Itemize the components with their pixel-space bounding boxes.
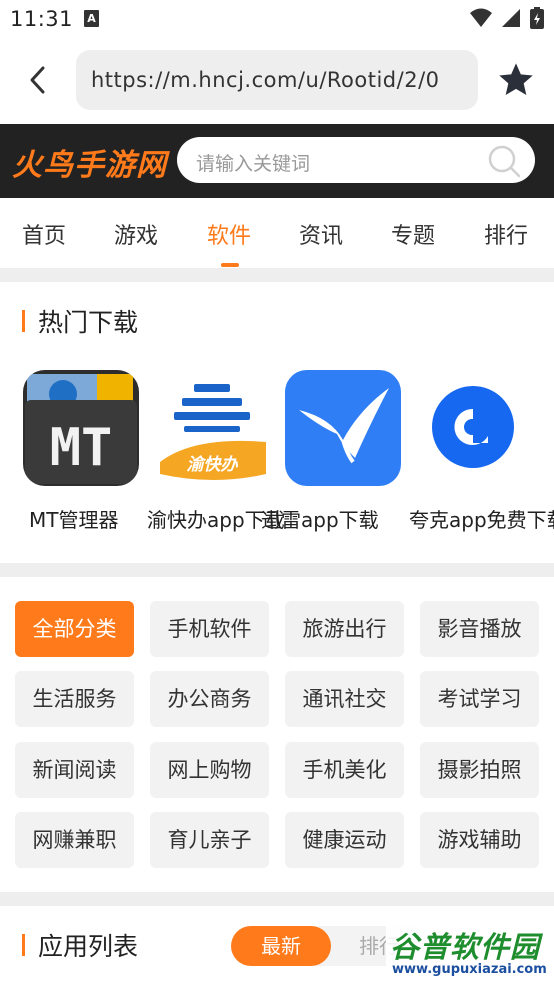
category-button[interactable]: 影音播放 bbox=[420, 601, 539, 657]
sort-newest-button[interactable]: 最新 bbox=[231, 926, 331, 966]
tab-news[interactable]: 资讯 bbox=[299, 218, 343, 250]
category-button[interactable]: 游戏辅助 bbox=[420, 812, 539, 868]
category-button[interactable]: 网赚兼职 bbox=[15, 812, 134, 868]
back-arrow-icon bbox=[30, 66, 45, 94]
tab-games[interactable]: 游戏 bbox=[114, 218, 158, 250]
battery-icon bbox=[530, 7, 544, 29]
hot-downloads-list: MT MT管理器 渝快办 渝快办app下载 迅雷app下载 夸克app免费下载 bbox=[0, 370, 554, 540]
category-button[interactable]: 手机软件 bbox=[150, 601, 269, 657]
watermark-logo: 谷普软件园 bbox=[390, 930, 541, 964]
watermark-url: www.gupuxiazai.com bbox=[392, 962, 547, 977]
search-input[interactable]: 请输入关键词 bbox=[177, 137, 535, 183]
tab-ranking[interactable]: 排行 bbox=[484, 218, 528, 250]
url-field[interactable]: https://m.hncj.com/u/Rootid/2/0 bbox=[76, 50, 478, 110]
category-button[interactable]: 办公商务 bbox=[150, 671, 269, 727]
tab-home[interactable]: 首页 bbox=[22, 218, 66, 250]
category-button[interactable]: 旅游出行 bbox=[285, 601, 404, 657]
category-button[interactable]: 生活服务 bbox=[15, 671, 134, 727]
status-icons bbox=[466, 7, 544, 29]
search-icon[interactable] bbox=[487, 144, 521, 178]
wifi-icon bbox=[469, 8, 492, 27]
site-header: 火鸟手游网 请输入关键词 bbox=[0, 124, 554, 198]
signal-icon bbox=[501, 9, 520, 27]
hot-item[interactable]: 夸克app免费下载 bbox=[409, 370, 554, 532]
tab-topics[interactable]: 专题 bbox=[391, 218, 435, 250]
hot-item-label: 夸克app免费下载 bbox=[409, 508, 554, 532]
svg-text:渝快办: 渝快办 bbox=[187, 455, 239, 475]
status-bar: 11:31 A bbox=[0, 0, 554, 38]
site-logo[interactable]: 火鸟手游网 bbox=[12, 140, 167, 184]
hot-item[interactable]: 迅雷app下载 bbox=[261, 370, 423, 532]
category-button[interactable]: 手机美化 bbox=[285, 742, 404, 798]
category-button[interactable]: 育儿亲子 bbox=[150, 812, 269, 868]
xunlei-icon bbox=[285, 370, 401, 486]
search-placeholder: 请输入关键词 bbox=[196, 153, 311, 175]
active-tab-indicator bbox=[221, 263, 239, 267]
svg-text:MT: MT bbox=[50, 418, 113, 478]
category-button[interactable]: 摄影拍照 bbox=[420, 742, 539, 798]
hot-item-label: MT管理器 bbox=[29, 508, 119, 532]
app-list-title: 应用列表 bbox=[22, 927, 138, 963]
mt-manager-icon: MT bbox=[23, 370, 139, 486]
watermark: 谷普软件园 www.gupuxiazai.com bbox=[386, 922, 554, 984]
status-time: 11:31 bbox=[10, 7, 74, 31]
category-button[interactable]: 考试学习 bbox=[420, 671, 539, 727]
category-all[interactable]: 全部分类 bbox=[15, 601, 134, 657]
hot-item-label: 迅雷app下载 bbox=[261, 508, 379, 532]
bookmark-button[interactable] bbox=[496, 60, 536, 100]
nav-tabs: 首页 游戏 软件 资讯 专题 排行 bbox=[0, 198, 554, 268]
quark-icon bbox=[416, 370, 532, 486]
category-button[interactable]: 新闻阅读 bbox=[15, 742, 134, 798]
hot-item[interactable]: MT MT管理器 bbox=[23, 370, 161, 532]
hot-downloads-title: 热门下载 bbox=[22, 303, 138, 339]
section-divider bbox=[0, 892, 554, 906]
yukuaiban-icon: 渝快办 bbox=[154, 370, 270, 486]
back-button[interactable] bbox=[16, 58, 60, 102]
category-button[interactable]: 健康运动 bbox=[285, 812, 404, 868]
hot-item[interactable]: 渝快办 渝快办app下载 bbox=[147, 370, 292, 532]
section-divider bbox=[0, 563, 554, 577]
notification-icon: A bbox=[84, 10, 99, 27]
star-icon bbox=[499, 63, 533, 95]
category-button[interactable]: 网上购物 bbox=[150, 742, 269, 798]
category-button[interactable]: 通讯社交 bbox=[285, 671, 404, 727]
tab-software[interactable]: 软件 bbox=[207, 218, 251, 250]
section-divider bbox=[0, 268, 554, 282]
browser-toolbar: https://m.hncj.com/u/Rootid/2/0 bbox=[0, 38, 554, 124]
